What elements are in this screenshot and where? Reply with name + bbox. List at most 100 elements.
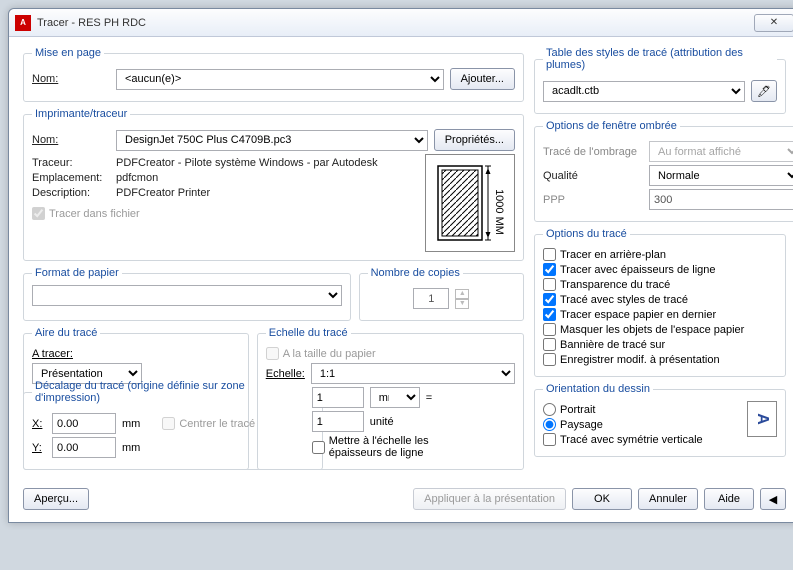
dpi-input xyxy=(649,189,793,210)
description-value: PDFCreator Printer xyxy=(116,187,210,199)
emplacement-label: Emplacement: xyxy=(32,172,110,184)
format-papier-legend: Format de papier xyxy=(32,267,122,279)
aide-button[interactable]: Aide xyxy=(704,488,754,510)
imprimante-group: Imprimante/traceur Nom: DesignJet 750C P… xyxy=(23,108,524,261)
plot-option-check-0[interactable] xyxy=(543,248,556,261)
plot-style-group: Table des styles de tracé (attribution d… xyxy=(534,47,786,114)
paper-preview-svg: 1000 MM xyxy=(432,160,508,246)
copies-legend: Nombre de copies xyxy=(368,267,463,279)
plot-style-legend: Table des styles de tracé (attribution d… xyxy=(543,47,777,71)
spinner-up: ▲ xyxy=(455,289,469,299)
plot-option-label-7: Enregistrer modif. à présentation xyxy=(560,354,720,366)
fit-paper-check xyxy=(266,347,279,360)
annuler-button[interactable]: Annuler xyxy=(638,488,698,510)
spinner-down: ▼ xyxy=(455,299,469,309)
echelle-legend: Echelle du tracé xyxy=(266,327,351,339)
imprimante-legend: Imprimante/traceur xyxy=(32,108,130,120)
plot-option-check-3[interactable] xyxy=(543,293,556,306)
plot-option-label-6: Bannière de tracé sur xyxy=(560,339,665,351)
ajouter-button[interactable]: Ajouter... xyxy=(450,68,515,90)
collapse-button[interactable]: ◀ xyxy=(760,488,786,510)
printer-select[interactable]: DesignJet 750C Plus C4709B.pc3 xyxy=(116,130,428,151)
chevron-left-icon: ◀ xyxy=(769,493,777,506)
y-mm: mm xyxy=(122,442,140,454)
plot-option-label-3: Tracé avec styles de tracé xyxy=(560,294,688,306)
unite-label: unité xyxy=(370,416,394,428)
copies-input xyxy=(413,288,449,309)
description-label: Description: xyxy=(32,187,110,199)
quality-select[interactable]: Normale xyxy=(649,165,793,186)
qualite-label: Qualité xyxy=(543,170,643,182)
scale-denom-input[interactable] xyxy=(312,411,364,432)
shade-plot-label: Tracé de l'ombrage xyxy=(543,146,643,158)
scale-num-input[interactable] xyxy=(312,387,364,408)
echelle-label: Echelle: xyxy=(266,368,305,380)
plot-option-label-0: Tracer en arrière-plan xyxy=(560,249,666,261)
scale-select[interactable]: 1:1 xyxy=(311,363,515,384)
plot-option-label-2: Transparence du tracé xyxy=(560,279,670,291)
mise-en-page-group: Mise en page Nom: <aucun(e)> Ajouter... xyxy=(23,47,524,102)
close-icon: ✕ xyxy=(770,17,778,28)
window-title: Tracer - RES PH RDC xyxy=(37,17,754,29)
echelle-group: Echelle du tracé A la taille du papier E… xyxy=(257,327,524,470)
plot-options-group: Options du tracé Tracer en arrière-plan T… xyxy=(534,228,786,377)
x-input[interactable] xyxy=(52,413,116,434)
shade-plot-select: Au format affiché xyxy=(649,141,793,162)
plot-option-check-6[interactable] xyxy=(543,338,556,351)
paysage-radio[interactable] xyxy=(543,418,556,431)
dialog-footer: Aperçu... Appliquer à la présentation OK… xyxy=(9,488,793,522)
y-input[interactable] xyxy=(52,437,116,458)
svg-text:1000 MM: 1000 MM xyxy=(493,189,505,235)
edit-style-button[interactable]: 🖊 xyxy=(751,80,777,102)
plot-option-label-5: Masquer les objets de l'espace papier xyxy=(560,324,744,336)
nom-label: Nom: xyxy=(32,73,110,85)
portrait-label: Portrait xyxy=(560,404,595,416)
plot-style-select[interactable]: acadlt.ctb xyxy=(543,81,745,102)
orientation-icon: A xyxy=(747,401,777,437)
scale-unit-select[interactable]: mm xyxy=(370,387,420,408)
printer-nom-label: Nom: xyxy=(32,134,110,146)
scale-lineweights-check[interactable] xyxy=(312,441,325,454)
centrer-check xyxy=(162,417,175,430)
plot-option-check-1[interactable] xyxy=(543,263,556,276)
plot-option-label-4: Tracer espace papier en dernier xyxy=(560,309,716,321)
plot-options-legend: Options du tracé xyxy=(543,228,630,240)
app-icon: A xyxy=(15,15,31,31)
orientation-legend: Orientation du dessin xyxy=(543,383,653,395)
plot-option-check-5[interactable] xyxy=(543,323,556,336)
apercu-button[interactable]: Aperçu... xyxy=(23,488,89,510)
paper-size-select[interactable] xyxy=(32,285,342,306)
x-label: X: xyxy=(32,418,46,430)
page-setup-select[interactable]: <aucun(e)> xyxy=(116,69,444,90)
upside-down-check[interactable] xyxy=(543,433,556,446)
plot-option-check-4[interactable] xyxy=(543,308,556,321)
ok-button[interactable]: OK xyxy=(572,488,632,510)
tracer-fichier-check xyxy=(32,207,45,220)
shaded-viewport-legend: Options de fenêtre ombrée xyxy=(543,120,680,132)
upside-down-label: Tracé avec symétrie verticale xyxy=(560,434,703,446)
copies-group: Nombre de copies ▲▼ xyxy=(359,267,524,321)
traceur-value: PDFCreator - Pilote système Windows - pa… xyxy=(116,157,378,169)
tracer-fichier-label: Tracer dans fichier xyxy=(49,208,140,220)
scale-lineweights-label: Mettre à l'échelle les épaisseurs de lig… xyxy=(329,435,439,459)
paper-preview: 1000 MM xyxy=(425,154,515,252)
y-label: Y: xyxy=(32,442,46,454)
shaded-viewport-group: Options de fenêtre ombrée Tracé de l'omb… xyxy=(534,120,793,222)
equals-icon: = xyxy=(426,392,432,404)
portrait-radio[interactable] xyxy=(543,403,556,416)
proprietes-button[interactable]: Propriétés... xyxy=(434,129,515,151)
traceur-label: Traceur: xyxy=(32,157,110,169)
aire-trace-legend: Aire du tracé xyxy=(32,327,100,339)
ppp-label: PPP xyxy=(543,194,643,206)
emplacement-value: pdfcmon xyxy=(116,172,158,184)
paintbrush-icon: 🖊 xyxy=(757,85,771,98)
plot-option-check-2[interactable] xyxy=(543,278,556,291)
mise-en-page-legend: Mise en page xyxy=(32,47,104,59)
x-mm: mm xyxy=(122,418,140,430)
plot-option-check-7[interactable] xyxy=(543,353,556,366)
titlebar: A Tracer - RES PH RDC ✕ xyxy=(9,9,793,37)
plot-option-label-1: Tracer avec épaisseurs de ligne xyxy=(560,264,716,276)
appliquer-button: Appliquer à la présentation xyxy=(413,488,566,510)
plot-dialog: A Tracer - RES PH RDC ✕ Mise en page Nom… xyxy=(8,8,793,523)
close-button[interactable]: ✕ xyxy=(754,14,793,32)
